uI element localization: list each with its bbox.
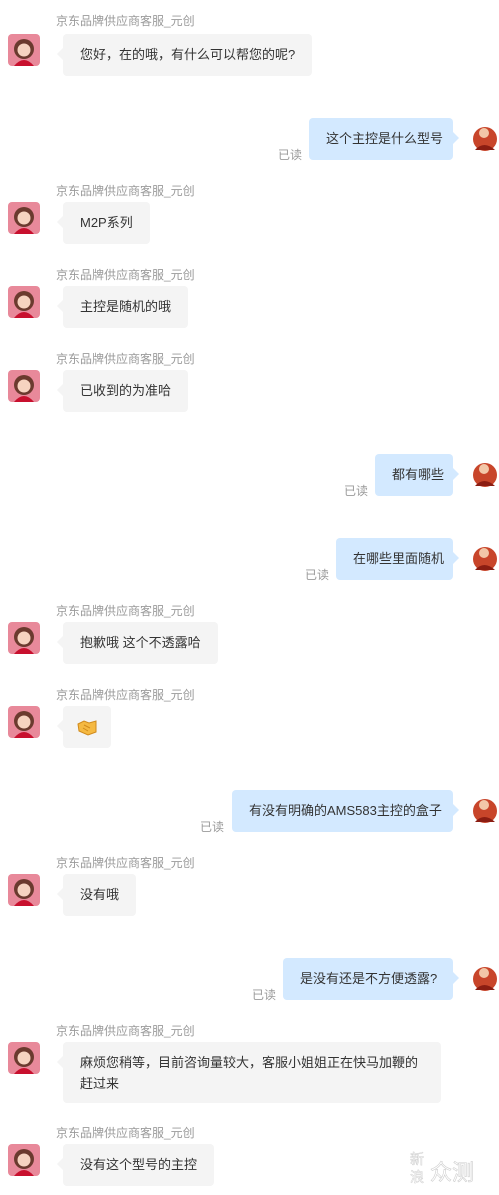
agent-avatar-icon <box>14 375 34 402</box>
agent-name: 京东品牌供应商客服_元创 <box>56 352 195 366</box>
agent-name: 京东品牌供应商客服_元创 <box>56 856 195 870</box>
message-bubble-agent: 麻烦您稍等，目前咨询量较大，客服小姐姐正在快马加鞭的赶过来 <box>57 1042 441 1103</box>
user-avatar[interactable] <box>469 962 499 994</box>
agent-avatar[interactable] <box>8 874 40 906</box>
user-avatar[interactable] <box>469 542 499 574</box>
watermark-text: 众测 <box>430 1161 474 1186</box>
agent-avatar-icon <box>14 711 34 738</box>
agent-avatar-icon <box>14 1149 34 1176</box>
message-bubble-agent: 您好，在的哦，有什么可以帮您的呢? <box>56 34 313 76</box>
agent-avatar[interactable] <box>8 34 40 66</box>
read-status: 已读 <box>200 820 225 834</box>
agent-name: 京东品牌供应商客服_元创 <box>56 268 195 282</box>
watermark-logo: 新 浪 众测 <box>410 1152 475 1187</box>
read-status: 已读 <box>252 988 277 1002</box>
agent-avatar-icon <box>14 291 34 318</box>
agent-avatar[interactable] <box>8 706 40 738</box>
agent-avatar[interactable] <box>8 1042 40 1074</box>
user-avatar-icon <box>473 799 497 823</box>
message-bubble-agent: 主控是随机的哦 <box>56 286 189 328</box>
user-avatar[interactable] <box>469 122 499 154</box>
message-bubble-agent: 没有哦 <box>56 874 137 916</box>
read-status: 已读 <box>305 568 330 582</box>
user-avatar-icon <box>473 463 497 487</box>
agent-avatar[interactable] <box>8 286 40 318</box>
watermark-line1: 新 <box>410 1152 424 1168</box>
read-status: 已读 <box>344 484 369 498</box>
read-status: 已读 <box>278 148 303 162</box>
user-avatar-icon <box>473 967 497 991</box>
agent-name: 京东品牌供应商客服_元创 <box>56 14 195 28</box>
message-bubble-agent <box>57 706 111 748</box>
agent-avatar[interactable] <box>8 1144 40 1176</box>
message-bubble-agent: 已收到的为准哈 <box>56 370 189 412</box>
agent-avatar-icon <box>14 207 34 234</box>
message-bubble-user: 有没有明确的AMS583主控的盒子 <box>232 790 459 832</box>
user-avatar-icon <box>473 547 497 571</box>
agent-name: 京东品牌供应商客服_元创 <box>56 184 195 198</box>
handshake-icon <box>77 720 97 736</box>
message-bubble-user: 在哪些里面随机 <box>336 538 459 580</box>
message-bubble-agent: M2P系列 <box>57 202 150 244</box>
agent-avatar[interactable] <box>8 202 40 234</box>
user-avatar-icon <box>473 127 497 151</box>
agent-name: 京东品牌供应商客服_元创 <box>56 688 195 702</box>
user-avatar[interactable] <box>469 794 499 826</box>
agent-avatar-icon <box>14 1047 34 1074</box>
agent-avatar[interactable] <box>8 370 40 402</box>
user-avatar[interactable] <box>469 458 499 490</box>
watermark-line2: 浪 <box>410 1170 424 1186</box>
message-bubble-agent: 抱歉哦 这个不透露哈 <box>57 622 218 664</box>
agent-name: 京东品牌供应商客服_元创 <box>56 604 195 618</box>
message-bubble-user: 都有哪些 <box>375 454 459 496</box>
agent-avatar-icon <box>14 879 34 906</box>
agent-name: 京东品牌供应商客服_元创 <box>56 1126 195 1140</box>
message-bubble-user: 这个主控是什么型号 <box>309 118 459 160</box>
agent-name: 京东品牌供应商客服_元创 <box>56 1024 195 1038</box>
agent-avatar-icon <box>14 627 34 654</box>
agent-avatar[interactable] <box>8 622 40 654</box>
message-bubble-agent: 没有这个型号的主控 <box>56 1144 215 1186</box>
message-bubble-user: 是没有还是不方便透露? <box>283 958 459 1000</box>
agent-avatar-icon <box>14 39 34 66</box>
